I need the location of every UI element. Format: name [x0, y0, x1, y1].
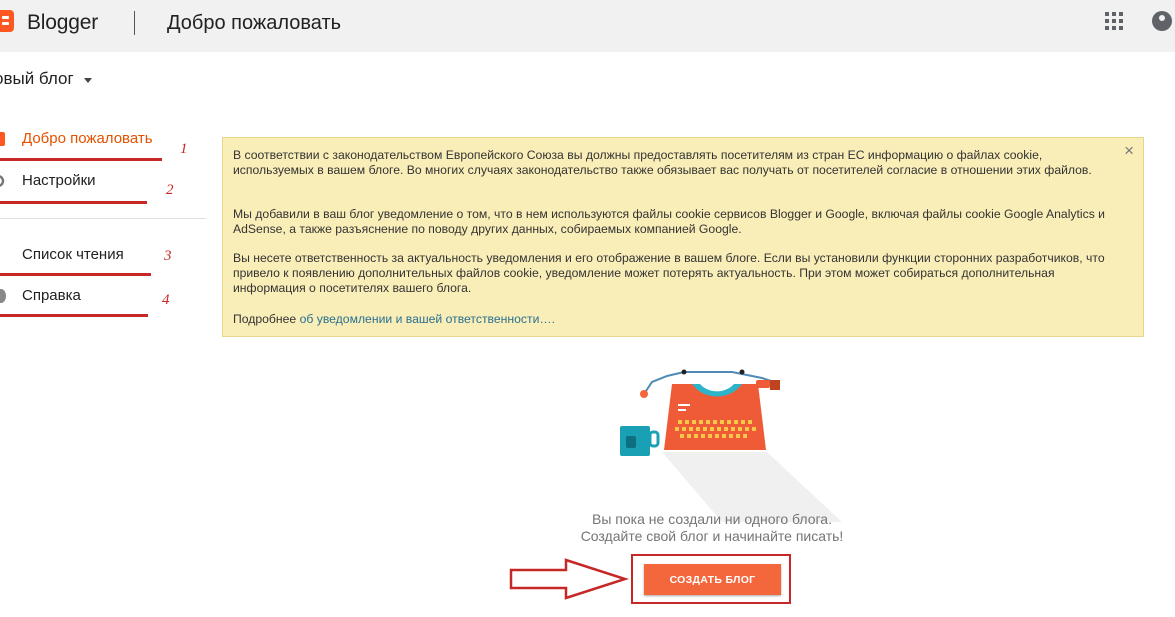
- annotation-underline: [0, 273, 151, 276]
- header-divider: [134, 11, 135, 35]
- notice-more-label: Подробнее: [233, 312, 300, 326]
- brand-name[interactable]: Blogger: [27, 11, 98, 35]
- sidebar-item-help[interactable]: Справка: [0, 281, 160, 311]
- sidebar-item-label: Список чтения: [22, 246, 124, 263]
- annotation-underline: [0, 201, 147, 204]
- account-icon[interactable]: [1152, 11, 1172, 31]
- create-blog-button[interactable]: СОЗДАТЬ БЛОГ: [644, 564, 781, 595]
- caret-down-icon: [83, 77, 92, 83]
- sidebar-item-settings[interactable]: Настройки: [0, 166, 160, 196]
- annotation-underline: [0, 314, 148, 317]
- sidebar-item-label: Справка: [22, 287, 81, 304]
- annotation-number: 3: [164, 248, 172, 264]
- annotation-number: 1: [180, 141, 188, 157]
- blogger-logo-icon[interactable]: [0, 10, 14, 32]
- notice-paragraph: Мы добавили в ваш блог уведомление о том…: [233, 207, 1105, 236]
- notice-paragraph: В соответствии с законодательством Европ…: [233, 148, 1092, 177]
- sidebar-item-welcome[interactable]: Добро пожаловать: [0, 124, 170, 154]
- help-icon: [0, 289, 6, 303]
- sidebar-item-reading-list[interactable]: Список чтения: [0, 240, 160, 270]
- blog-selector-label: овый блог: [0, 69, 74, 88]
- apps-grid-icon[interactable]: [1105, 12, 1123, 30]
- gear-icon: [0, 175, 5, 187]
- empty-state-line2: Создайте свой блог и начинайте писать!: [580, 528, 844, 544]
- annotation-arrow-icon: [509, 558, 630, 600]
- notice-more: Подробнее об уведомлении и вашей ответст…: [233, 312, 1113, 327]
- sidebar-item-label: Добро пожаловать: [22, 130, 153, 147]
- page-title: Добро пожаловать: [167, 12, 342, 34]
- close-icon[interactable]: ×: [1124, 142, 1134, 159]
- notice-more-link[interactable]: об уведомлении и вашей ответственности….: [300, 312, 555, 326]
- annotation-number: 4: [162, 292, 170, 308]
- cookie-notice: × В соответствии с законодательством Евр…: [222, 137, 1144, 337]
- notice-paragraph: Вы несете ответственность за актуальност…: [233, 251, 1105, 295]
- blog-selector[interactable]: овый блог: [0, 69, 92, 89]
- annotation-number: 2: [166, 182, 174, 198]
- typewriter-illustration: [620, 369, 842, 522]
- top-header: Blogger Добро пожаловать: [0, 0, 1175, 52]
- annotation-underline: [0, 158, 162, 161]
- sidebar-divider: [0, 218, 206, 219]
- sidebar-item-label: Настройки: [22, 172, 96, 189]
- empty-state-line1: Вы пока не создали ни одного блога.: [592, 511, 832, 527]
- home-icon: [0, 132, 5, 146]
